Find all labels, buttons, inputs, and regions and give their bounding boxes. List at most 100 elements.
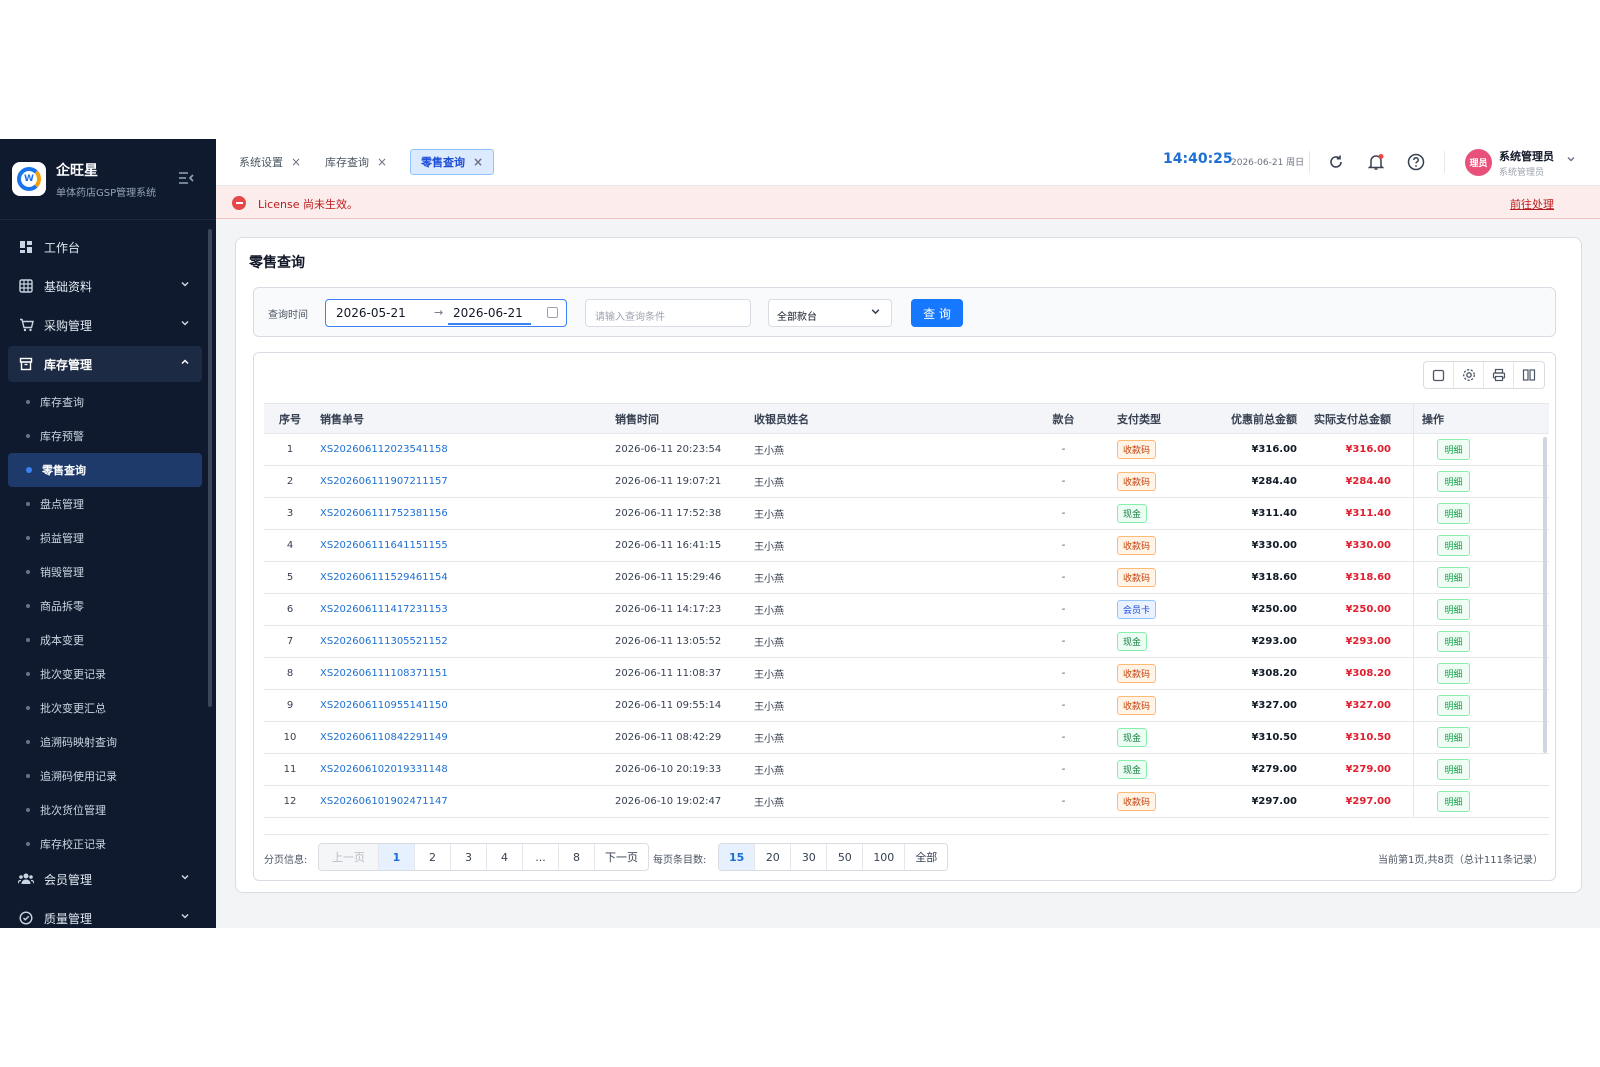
close-icon[interactable]: ×	[291, 155, 301, 169]
sidebar-subitem[interactable]: 库存查询	[8, 385, 202, 419]
page-size-option[interactable]: 50	[827, 844, 864, 870]
sidebar-subitem-label: 批次变更汇总	[40, 702, 106, 715]
table-scrollbar[interactable]	[1543, 437, 1547, 753]
order-no-link[interactable]: XS202606111108371151	[320, 668, 448, 679]
date-from-input[interactable]: 2026-05-21	[336, 306, 406, 320]
sidebar-subitem[interactable]: 追溯码使用记录	[8, 759, 202, 793]
cashier-name: 王小燕	[754, 510, 784, 521]
sidebar-subitem[interactable]: 库存校正记录	[8, 827, 202, 861]
detail-button[interactable]: 明细	[1437, 695, 1470, 716]
sidebar-subitem[interactable]: 批次变更记录	[8, 657, 202, 691]
page-size-option[interactable]: 20	[755, 844, 792, 870]
sidebar-subitem-label: 批次货位管理	[40, 804, 106, 817]
actual-amount: ¥250.00	[1345, 604, 1391, 615]
page-size-label: 每页条目数:	[653, 855, 707, 866]
refresh-icon[interactable]	[1326, 152, 1346, 172]
detail-button[interactable]: 明细	[1437, 567, 1470, 588]
order-no-link[interactable]: XS202606111907211157	[320, 476, 448, 487]
register: -	[1061, 508, 1066, 519]
sidebar-item-quality[interactable]: 质量管理	[8, 900, 202, 928]
close-icon[interactable]: ×	[473, 155, 483, 169]
sidebar-subitem[interactable]: 批次货位管理	[8, 793, 202, 827]
sidebar-subitem[interactable]: 库存预警	[8, 419, 202, 453]
page-button[interactable]: 8	[559, 844, 595, 870]
order-no-link[interactable]: XS202606111529461154	[320, 572, 448, 583]
detail-button[interactable]: 明细	[1437, 439, 1470, 460]
page-size-option[interactable]: 全部	[905, 844, 948, 870]
date-range-picker[interactable]: 2026-05-21 → 2026-06-21	[325, 299, 567, 327]
order-no-link[interactable]: XS202606111752381156	[320, 508, 448, 519]
sidebar-item-label: 质量管理	[44, 911, 93, 926]
sidebar-item-member[interactable]: 会员管理	[8, 861, 202, 897]
columns-icon[interactable]	[1514, 362, 1544, 388]
fullscreen-icon[interactable]	[1424, 362, 1454, 388]
sidebar-subitem[interactable]: 商品拆零	[8, 589, 202, 623]
sidebar-subitem[interactable]: 批次变更汇总	[8, 691, 202, 725]
actual-amount: ¥327.00	[1345, 700, 1391, 711]
detail-button[interactable]: 明细	[1437, 727, 1470, 748]
register-select[interactable]: 全部款台	[768, 299, 892, 327]
sidebar-item-dashboard[interactable]: 工作台	[8, 229, 202, 265]
banner-action-link[interactable]: 前往处理	[1510, 196, 1554, 212]
page-button[interactable]: 3	[451, 844, 487, 870]
table-row: 4 XS202606111641151155 2026-06-11 16:41:15…	[264, 530, 1549, 562]
pay-type-cell: 收款码	[1117, 466, 1187, 497]
page-size-buttons: 15 20 30 50 100 全部	[718, 843, 949, 871]
detail-button[interactable]: 明细	[1437, 759, 1470, 780]
prev-page-button[interactable]: 上一页	[319, 844, 379, 870]
search-input[interactable]: 请输入查询条件	[585, 299, 751, 327]
close-icon[interactable]: ×	[377, 155, 387, 169]
page-size-option[interactable]: 30	[791, 844, 828, 870]
order-no-link[interactable]: XS202606112023541158	[320, 444, 448, 455]
order-no-link[interactable]: XS202606102019331148	[320, 764, 448, 775]
settings-icon[interactable]	[1454, 362, 1484, 388]
sidebar-subitem[interactable]: 损益管理	[8, 521, 202, 555]
pay-type-cell: 现金	[1117, 626, 1187, 657]
order-no-link[interactable]: XS202606111305521152	[320, 636, 448, 647]
detail-button[interactable]: 明细	[1437, 663, 1470, 684]
page-size-option[interactable]: 100	[863, 844, 906, 870]
tab-system-settings[interactable]: 系统设置 ×	[229, 149, 311, 175]
page-button[interactable]: 1	[379, 844, 415, 870]
sidebar-subitem[interactable]: 销毁管理	[8, 555, 202, 589]
order-no-link[interactable]: XS202606110955141150	[320, 700, 448, 711]
actual-amount-cell: ¥308.20	[1299, 658, 1413, 689]
chevron-down-icon	[180, 911, 190, 924]
sidebar-scrollbar[interactable]	[208, 229, 212, 707]
calendar-icon[interactable]	[547, 307, 558, 318]
date-to-input[interactable]: 2026-06-21	[453, 306, 523, 320]
sidebar-subitem[interactable]: 盘点管理	[8, 487, 202, 521]
register: -	[1061, 476, 1066, 487]
collapse-menu-icon[interactable]	[178, 171, 194, 189]
detail-button[interactable]: 明细	[1437, 471, 1470, 492]
sidebar-subitem[interactable]: 零售查询	[8, 453, 202, 487]
sidebar-item-purchase[interactable]: 采购管理	[8, 307, 202, 343]
order-no-link[interactable]: XS202606101902471147	[320, 796, 448, 807]
detail-button[interactable]: 明细	[1437, 791, 1470, 812]
page-button[interactable]: 2	[415, 844, 451, 870]
bell-icon[interactable]	[1366, 152, 1386, 172]
tab-retail-query[interactable]: 零售查询 ×	[410, 149, 495, 175]
detail-button[interactable]: 明细	[1437, 631, 1470, 652]
help-icon[interactable]	[1406, 152, 1426, 172]
query-button[interactable]: 查 询	[911, 299, 963, 327]
order-no-link[interactable]: XS202606111417231153	[320, 604, 448, 615]
print-icon[interactable]	[1484, 362, 1514, 388]
detail-button[interactable]: 明细	[1437, 599, 1470, 620]
page-size-option[interactable]: 15	[719, 844, 756, 870]
sidebar-item-inventory[interactable]: 库存管理	[8, 346, 202, 382]
chevron-down-icon[interactable]	[1566, 154, 1576, 167]
sidebar-subitem[interactable]: 成本变更	[8, 623, 202, 657]
tab-inventory-query[interactable]: 库存查询 ×	[315, 149, 397, 175]
page-button[interactable]: 4	[487, 844, 523, 870]
avatar[interactable]: 理员	[1465, 149, 1492, 176]
order-no-link[interactable]: XS202606111641151155	[320, 540, 448, 551]
sale-time: 2026-06-11 11:08:37	[615, 668, 722, 679]
sidebar-subitem[interactable]: 追溯码映射查询	[8, 725, 202, 759]
next-page-button[interactable]: 下一页	[595, 844, 648, 870]
order-no-link[interactable]: XS202606110842291149	[320, 732, 448, 743]
detail-button[interactable]: 明细	[1437, 503, 1470, 524]
detail-button[interactable]: 明细	[1437, 535, 1470, 556]
sidebar-item-basic[interactable]: 基础资料	[8, 268, 202, 304]
user-name[interactable]: 系统管理员	[1499, 148, 1554, 164]
